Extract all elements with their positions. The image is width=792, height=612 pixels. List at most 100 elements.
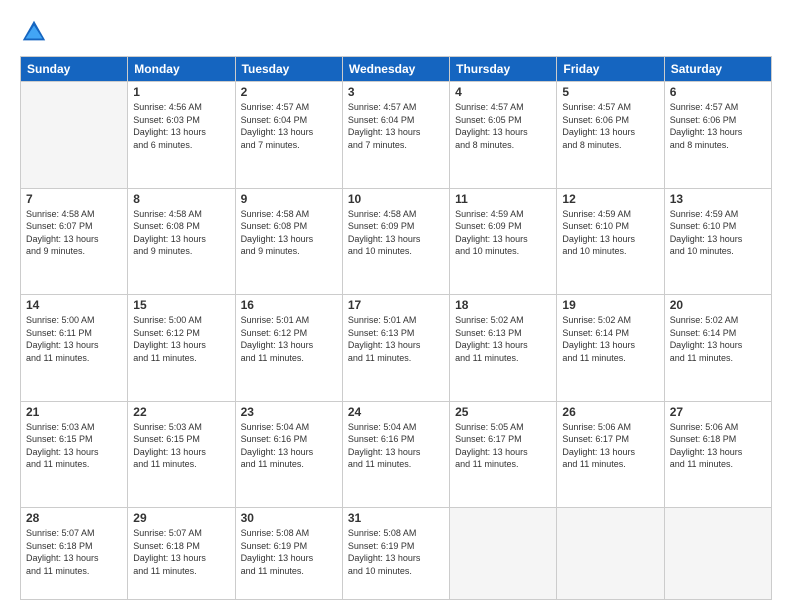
calendar-cell: 15Sunrise: 5:00 AM Sunset: 6:12 PM Dayli… [128,295,235,402]
day-number: 8 [133,192,229,206]
calendar-table: SundayMondayTuesdayWednesdayThursdayFrid… [20,56,772,600]
calendar-cell: 6 Sunrise: 4:57 AM Sunset: 6:06 PM Daylig… [664,82,771,189]
calendar-cell: 9 Sunrise: 4:58 AM Sunset: 6:08 PM Daylig… [235,188,342,295]
day-number: 6 [670,85,766,99]
day-number: 7 [26,192,122,206]
day-info: Sunrise: 4:56 AM Sunset: 6:03 PM Dayligh… [133,101,229,151]
day-number: 31 [348,511,444,525]
calendar-cell: 4Sunrise: 4:57 AM Sunset: 6:05 PM Daylig… [450,82,557,189]
day-info: Sunrise: 4:57 AM Sunset: 6:06 PM Dayligh… [562,101,658,151]
column-header-wednesday: Wednesday [342,57,449,82]
day-number: 13 [670,192,766,206]
day-info: Sunrise: 4:59 AM Sunset: 6:09 PM Dayligh… [455,208,551,258]
day-info: Sunrise: 4:58 AM Sunset: 6:07 PM Dayligh… [26,208,122,258]
calendar-header: SundayMondayTuesdayWednesdayThursdayFrid… [21,57,772,82]
day-info: Sunrise: 4:59 AM Sunset: 6:10 PM Dayligh… [670,208,766,258]
calendar-cell: 8 Sunrise: 4:58 AM Sunset: 6:08 PM Daylig… [128,188,235,295]
day-number: 29 [133,511,229,525]
calendar-cell: 19 Sunrise: 5:02 AM Sunset: 6:14 PM Dayli… [557,295,664,402]
calendar-cell: 24 Sunrise: 5:04 AM Sunset: 6:16 PM Dayli… [342,401,449,508]
calendar-cell: 31 Sunrise: 5:08 AM Sunset: 6:19 PM Dayli… [342,508,449,600]
calendar-cell: 13 Sunrise: 4:59 AM Sunset: 6:10 PM Dayli… [664,188,771,295]
calendar-cell: 18 Sunrise: 5:02 AM Sunset: 6:13 PM Dayli… [450,295,557,402]
day-info: Sunrise: 5:03 AM Sunset: 6:15 PM Dayligh… [26,421,122,471]
day-info: Sunrise: 4:58 AM Sunset: 6:09 PM Dayligh… [348,208,444,258]
day-info: Sunrise: 4:58 AM Sunset: 6:08 PM Dayligh… [133,208,229,258]
calendar-week-4: 21 Sunrise: 5:03 AM Sunset: 6:15 PM Dayli… [21,401,772,508]
calendar-cell: 17 Sunrise: 5:01 AM Sunset: 6:13 PM Dayli… [342,295,449,402]
day-number: 9 [241,192,337,206]
day-info: Sunrise: 5:04 AM Sunset: 6:16 PM Dayligh… [241,421,337,471]
day-number: 28 [26,511,122,525]
calendar-cell: 5 Sunrise: 4:57 AM Sunset: 6:06 PM Daylig… [557,82,664,189]
day-number: 16 [241,298,337,312]
day-number: 30 [241,511,337,525]
calendar-cell: 10Sunrise: 4:58 AM Sunset: 6:09 PM Dayli… [342,188,449,295]
day-info: Sunrise: 5:06 AM Sunset: 6:18 PM Dayligh… [670,421,766,471]
day-info: Sunrise: 4:57 AM Sunset: 6:04 PM Dayligh… [348,101,444,151]
calendar-cell: 14 Sunrise: 5:00 AM Sunset: 6:11 PM Dayli… [21,295,128,402]
calendar-cell: 29Sunrise: 5:07 AM Sunset: 6:18 PM Dayli… [128,508,235,600]
day-info: Sunrise: 5:08 AM Sunset: 6:19 PM Dayligh… [241,527,337,577]
day-info: Sunrise: 4:57 AM Sunset: 6:04 PM Dayligh… [241,101,337,151]
calendar-cell: 11 Sunrise: 4:59 AM Sunset: 6:09 PM Dayli… [450,188,557,295]
day-number: 14 [26,298,122,312]
calendar-cell [450,508,557,600]
day-number: 24 [348,405,444,419]
day-number: 21 [26,405,122,419]
day-number: 18 [455,298,551,312]
calendar-cell: 20 Sunrise: 5:02 AM Sunset: 6:14 PM Dayli… [664,295,771,402]
day-number: 26 [562,405,658,419]
day-number: 23 [241,405,337,419]
day-number: 27 [670,405,766,419]
calendar-body: 1 Sunrise: 4:56 AM Sunset: 6:03 PM Daylig… [21,82,772,600]
day-number: 12 [562,192,658,206]
day-number: 2 [241,85,337,99]
day-info: Sunrise: 5:01 AM Sunset: 6:13 PM Dayligh… [348,314,444,364]
calendar-week-1: 1 Sunrise: 4:56 AM Sunset: 6:03 PM Daylig… [21,82,772,189]
calendar-cell: 25Sunrise: 5:05 AM Sunset: 6:17 PM Dayli… [450,401,557,508]
calendar-cell: 7 Sunrise: 4:58 AM Sunset: 6:07 PM Daylig… [21,188,128,295]
day-info: Sunrise: 5:01 AM Sunset: 6:12 PM Dayligh… [241,314,337,364]
day-info: Sunrise: 4:59 AM Sunset: 6:10 PM Dayligh… [562,208,658,258]
day-info: Sunrise: 5:04 AM Sunset: 6:16 PM Dayligh… [348,421,444,471]
day-number: 3 [348,85,444,99]
calendar-cell: 26Sunrise: 5:06 AM Sunset: 6:17 PM Dayli… [557,401,664,508]
column-header-saturday: Saturday [664,57,771,82]
calendar-week-3: 14 Sunrise: 5:00 AM Sunset: 6:11 PM Dayli… [21,295,772,402]
day-info: Sunrise: 5:02 AM Sunset: 6:14 PM Dayligh… [670,314,766,364]
calendar-cell: 3 Sunrise: 4:57 AM Sunset: 6:04 PM Daylig… [342,82,449,189]
column-header-tuesday: Tuesday [235,57,342,82]
calendar-cell [557,508,664,600]
day-info: Sunrise: 4:57 AM Sunset: 6:06 PM Dayligh… [670,101,766,151]
day-number: 1 [133,85,229,99]
calendar-cell: 2 Sunrise: 4:57 AM Sunset: 6:04 PM Daylig… [235,82,342,189]
day-info: Sunrise: 5:03 AM Sunset: 6:15 PM Dayligh… [133,421,229,471]
day-number: 11 [455,192,551,206]
calendar-week-2: 7 Sunrise: 4:58 AM Sunset: 6:07 PM Daylig… [21,188,772,295]
calendar-cell [21,82,128,189]
calendar-cell: 1 Sunrise: 4:56 AM Sunset: 6:03 PM Daylig… [128,82,235,189]
calendar-cell: 12 Sunrise: 4:59 AM Sunset: 6:10 PM Dayli… [557,188,664,295]
day-number: 4 [455,85,551,99]
day-info: Sunrise: 5:02 AM Sunset: 6:14 PM Dayligh… [562,314,658,364]
day-info: Sunrise: 5:02 AM Sunset: 6:13 PM Dayligh… [455,314,551,364]
column-header-thursday: Thursday [450,57,557,82]
calendar-cell: 21 Sunrise: 5:03 AM Sunset: 6:15 PM Dayli… [21,401,128,508]
day-info: Sunrise: 5:00 AM Sunset: 6:11 PM Dayligh… [26,314,122,364]
day-info: Sunrise: 4:58 AM Sunset: 6:08 PM Dayligh… [241,208,337,258]
column-header-monday: Monday [128,57,235,82]
day-number: 5 [562,85,658,99]
day-info: Sunrise: 5:05 AM Sunset: 6:17 PM Dayligh… [455,421,551,471]
day-number: 17 [348,298,444,312]
day-info: Sunrise: 5:00 AM Sunset: 6:12 PM Dayligh… [133,314,229,364]
day-number: 20 [670,298,766,312]
day-number: 19 [562,298,658,312]
day-number: 22 [133,405,229,419]
page: SundayMondayTuesdayWednesdayThursdayFrid… [0,0,792,612]
column-header-friday: Friday [557,57,664,82]
calendar-cell: 22 Sunrise: 5:03 AM Sunset: 6:15 PM Dayli… [128,401,235,508]
day-info: Sunrise: 5:08 AM Sunset: 6:19 PM Dayligh… [348,527,444,577]
calendar-cell: 23 Sunrise: 5:04 AM Sunset: 6:16 PM Dayli… [235,401,342,508]
calendar-week-5: 28Sunrise: 5:07 AM Sunset: 6:18 PM Dayli… [21,508,772,600]
